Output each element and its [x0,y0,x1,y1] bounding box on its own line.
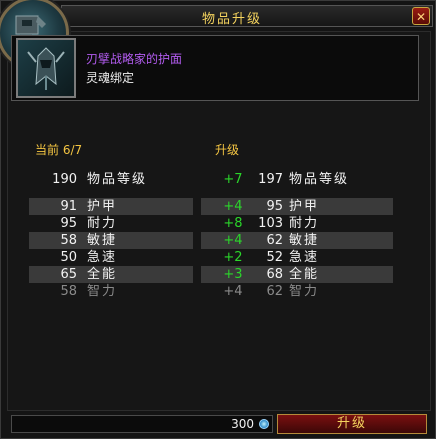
item-name: 刃擘战略家的护面 [86,52,183,66]
new-value: 62 [266,284,283,299]
delta-value: +7 [223,172,243,187]
stat-row-agility: 58 敏捷 +4 62 敏捷 [29,232,405,249]
stat-label: 敏捷 [289,233,320,248]
stat-label: 护甲 [289,199,320,214]
stat-row-item-level: 190 物品等级 +7 197 物品等级 [29,171,359,188]
item-binding: 灵魂绑定 [86,71,135,85]
stat-row-versatility: 65 全能 +3 68 全能 [29,266,405,283]
stat-row-intellect: 58 智力 +4 62 智力 [29,283,405,300]
window-title: 物品升级 [201,12,262,27]
stat-label: 智力 [87,284,118,299]
delta-value: +8 [223,216,243,231]
currency-display: 300 [11,415,273,433]
item-upgrade-window: 物品升级 ✕ 刃擘战略家的护面 灵魂绑定 当前 6/7 升级 190 物品等级 … [0,0,436,439]
new-value: 68 [266,267,283,282]
stat-label: 耐力 [87,216,118,231]
stat-label: 敏捷 [87,233,118,248]
new-value: 197 [258,172,283,187]
close-icon: ✕ [415,10,427,24]
stat-label: 急速 [87,250,118,265]
valorstone-gem-icon [259,419,269,429]
current-value: 65 [60,267,77,282]
item-card[interactable]: 刃擘战略家的护面 灵魂绑定 [11,35,419,101]
close-button[interactable]: ✕ [412,7,430,25]
current-rank-label: 当前 6/7 [35,143,83,157]
currency-amount: 300 [231,417,254,431]
stat-label: 耐力 [289,216,320,231]
stat-label: 急速 [289,250,320,265]
current-value: 91 [60,199,77,214]
delta-value: +3 [223,267,243,282]
delta-value: +4 [223,199,243,214]
stat-label: 护甲 [87,199,118,214]
new-value: 52 [266,250,283,265]
delta-value: +2 [223,250,243,265]
stat-label: 智力 [289,284,320,299]
stat-label: 全能 [87,267,118,282]
stat-label: 物品等级 [289,172,350,187]
new-value: 62 [266,233,283,248]
current-value: 58 [60,284,77,299]
helmet-item-icon[interactable] [16,38,76,98]
stat-row-armor: 91 护甲 +4 95 护甲 [29,198,405,215]
delta-value: +4 [223,233,243,248]
current-value: 190 [52,172,77,187]
upgrade-column-label: 升级 [215,143,240,157]
title-bar[interactable]: 物品升级 ✕ [61,5,433,27]
delta-value: +4 [223,284,243,299]
current-value: 95 [60,216,77,231]
new-value: 103 [258,216,283,231]
current-value: 50 [60,250,77,265]
new-value: 95 [266,199,283,214]
upgrade-button[interactable]: 升级 [277,414,427,434]
footer-bar: 300 升级 [7,413,431,435]
stat-row-haste: 50 急速 +2 52 急速 [29,249,405,266]
stat-row-stamina: 95 耐力 +8 103 耐力 [29,215,405,232]
stat-label: 全能 [289,267,320,282]
current-value: 58 [60,233,77,248]
stat-label: 物品等级 [87,172,148,187]
